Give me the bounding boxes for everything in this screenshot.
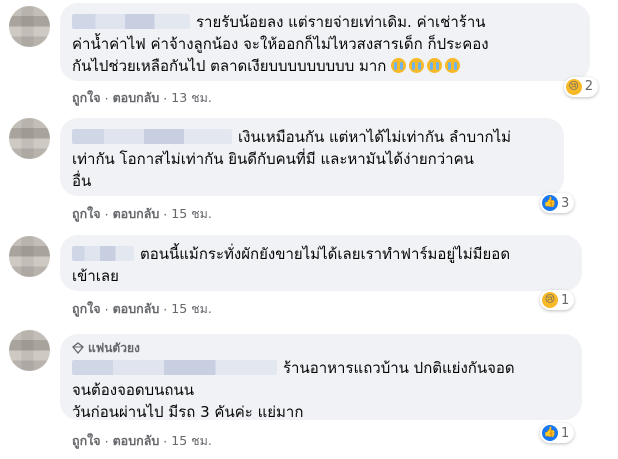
reaction-count: 1 bbox=[561, 292, 570, 308]
separator: · bbox=[104, 433, 109, 449]
reply-button[interactable]: ตอบกลับ bbox=[113, 204, 160, 224]
comment-bubble: แฟนตัวยง ร้านอาหารแถวบ้าน ปกติแย่งกันจอด… bbox=[60, 334, 582, 421]
thumbs-up-icon: 👍 bbox=[542, 195, 558, 211]
top-fan-badge: แฟนตัวยง bbox=[72, 340, 570, 356]
comment-text-line: รายรับน้อยลง แต่รายจ่ายเท่าเดิม. ค่าเช่า… bbox=[196, 13, 486, 31]
comment-text-line: กันไปช่วยเหลือกันไป ตลาดเงียบบบบบบบบบ มา… bbox=[72, 57, 387, 75]
comment-text-line: จนต้องจอดบนถนน bbox=[72, 381, 195, 399]
reaction-summary[interactable]: 👍 1 bbox=[540, 423, 575, 443]
reply-button[interactable]: ตอบกลับ bbox=[113, 431, 160, 451]
reaction-count: 2 bbox=[584, 79, 593, 94]
avatar[interactable] bbox=[9, 330, 50, 371]
comment-bubble: เงินเหมือนกัน แต่หาได้ไม่เท่ากัน ลำบากไม… bbox=[60, 118, 564, 196]
timestamp[interactable]: 15 ชม. bbox=[171, 204, 212, 224]
comment-actions: ถูกใจ · ตอบกลับ · 13 ชม. bbox=[72, 89, 212, 107]
reaction-summary[interactable]: 😢 2 bbox=[563, 77, 598, 97]
like-button[interactable]: ถูกใจ bbox=[72, 88, 101, 108]
separator: · bbox=[104, 301, 109, 317]
redacted-name bbox=[72, 14, 190, 29]
avatar[interactable] bbox=[9, 118, 50, 159]
separator: · bbox=[104, 90, 109, 106]
timestamp[interactable]: 15 ชม. bbox=[171, 431, 212, 451]
avatar[interactable] bbox=[9, 236, 50, 277]
crying-face-icon bbox=[391, 58, 407, 73]
comment-bubble: ตอนนี้แม้กระทั่งผักยังขายไม่ได้เลยเราทำฟ… bbox=[60, 235, 582, 291]
timestamp[interactable]: 13 ชม. bbox=[171, 88, 212, 108]
comment-bubble: รายรับน้อยลง แต่รายจ่ายเท่าเดิม. ค่าเช่า… bbox=[60, 3, 598, 97]
sad-reaction-icon: 😢 bbox=[542, 292, 558, 308]
comment-text-line: ค่าน้ำค่าไฟ ค่าจ้างลูกน้อง จะให้ออกก็ไม่… bbox=[72, 35, 489, 53]
separator: · bbox=[163, 433, 168, 449]
comment-actions: ถูกใจ · ตอบกลับ · 15 ชม. bbox=[72, 205, 212, 223]
comment-text-line: เข้าเลย bbox=[72, 267, 119, 285]
reply-button[interactable]: ตอบกลับ bbox=[113, 299, 160, 319]
sad-reaction-icon: 😢 bbox=[565, 79, 582, 95]
like-button[interactable]: ถูกใจ bbox=[72, 299, 101, 319]
crying-face-icon bbox=[427, 58, 443, 73]
separator: · bbox=[163, 206, 168, 222]
timestamp[interactable]: 15 ชม. bbox=[171, 299, 212, 319]
separator: · bbox=[163, 301, 168, 317]
reaction-count: 1 bbox=[561, 425, 570, 441]
diamond-icon bbox=[72, 342, 84, 354]
comment-actions: ถูกใจ · ตอบกลับ · 15 ชม. bbox=[72, 432, 212, 450]
crying-face-icon bbox=[409, 58, 425, 73]
reaction-summary[interactable]: 👍 3 bbox=[540, 193, 575, 213]
like-button[interactable]: ถูกใจ bbox=[72, 204, 101, 224]
redacted-name bbox=[72, 129, 232, 144]
reaction-count: 3 bbox=[561, 195, 570, 211]
redacted-name bbox=[72, 246, 134, 261]
reaction-summary[interactable]: 😢 1 bbox=[540, 290, 575, 310]
thumbs-up-icon: 👍 bbox=[542, 425, 558, 441]
redacted-name bbox=[72, 360, 277, 375]
avatar[interactable] bbox=[9, 6, 50, 47]
comment-actions: ถูกใจ · ตอบกลับ · 15 ชม. bbox=[72, 300, 212, 318]
comment-text-line: อื่น bbox=[72, 172, 92, 190]
like-button[interactable]: ถูกใจ bbox=[72, 431, 101, 451]
comment-text-line: ตอนนี้แม้กระทั่งผักยังขายไม่ได้เลยเราทำฟ… bbox=[140, 245, 511, 263]
separator: · bbox=[163, 90, 168, 106]
badge-label: แฟนตัวยง bbox=[88, 341, 140, 355]
comment-text-line: วันก่อนผ่านไป มีรถ 3 คันค่ะ แย่มาก bbox=[72, 403, 304, 421]
separator: · bbox=[104, 206, 109, 222]
comment-text-line: เท่ากัน โอกาสไม่เท่ากัน ยินดีกับคนที่มี … bbox=[72, 150, 474, 168]
reply-button[interactable]: ตอบกลับ bbox=[113, 88, 160, 108]
comment-text-line: เงินเหมือนกัน แต่หาได้ไม่เท่ากัน ลำบากไม… bbox=[238, 128, 512, 146]
crying-face-icon bbox=[445, 58, 461, 73]
comment-text-line: ร้านอาหารแถวบ้าน ปกติแย่งกันจอด bbox=[283, 359, 515, 377]
